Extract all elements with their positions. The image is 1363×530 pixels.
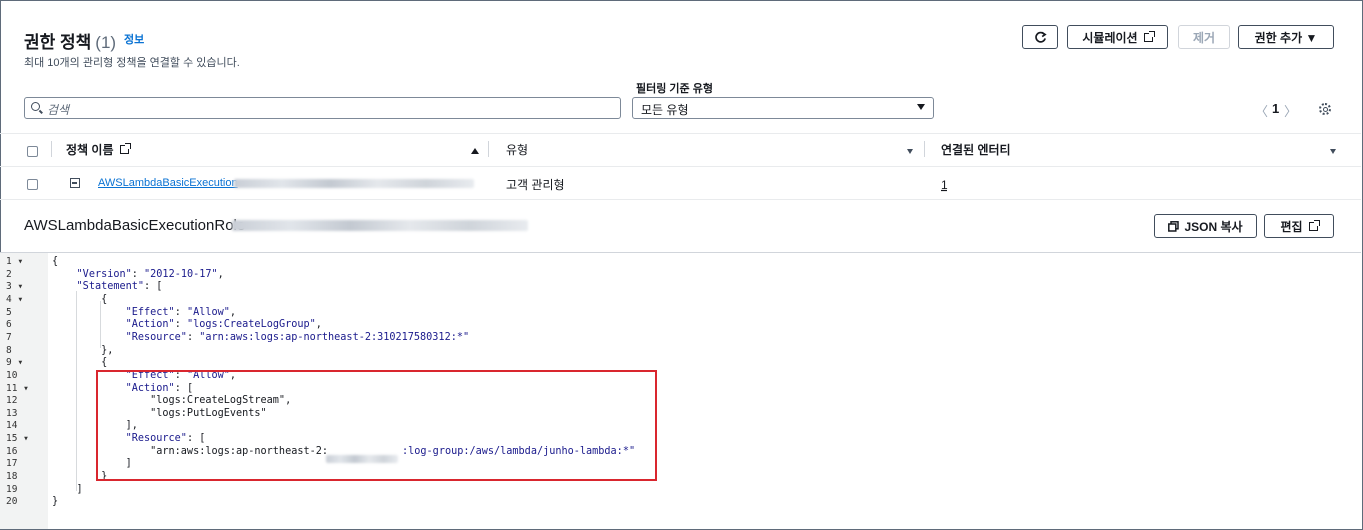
divider [0,199,1361,200]
filter-type-label: 필터링 기준 유형 [636,83,713,95]
line-number: 17 [6,458,18,470]
panel-subtitle: 최대 10개의 관리형 정책을 연결할 수 있습니다. [24,57,240,69]
line-number: 3 ▾ [6,281,24,293]
settings-gear-icon[interactable] [1319,103,1331,115]
select-all-checkbox[interactable] [27,146,38,157]
edit-button[interactable]: 편집 [1264,214,1334,238]
attached-entities-count[interactable]: 1 [941,178,948,192]
info-link[interactable]: 정보 [124,31,144,47]
line-number: 1 ▾ [6,256,24,267]
line-number: 8 [6,344,12,356]
line-number: 19 [6,483,18,495]
col-attached-entities[interactable]: 연결된 엔터티 [941,141,1011,158]
divider [0,133,1361,134]
policy-type: 고객 관리형 [506,178,565,192]
code-line: ] [52,483,83,495]
search-placeholder: 검색 [47,103,70,117]
prev-page-button[interactable]: 〈 [1255,101,1268,120]
line-number: 7 [6,331,12,343]
line-number: 15 ▾ [6,433,29,445]
row-checkbox[interactable] [27,179,38,190]
line-number: 20 [6,496,18,508]
policy-name-link[interactable]: AWSLambdaBasicExecution [98,177,238,189]
code-line: "Action": "logs:CreateLogGroup", [125,319,322,331]
line-number: 11 ▾ [6,382,29,394]
line-number: 4 ▾ [6,293,24,305]
sort-icon[interactable] [907,149,913,154]
code-line: "Resource": "arn:aws:logs:ap-northeast-2… [125,331,470,343]
column-divider [924,141,925,157]
external-link-icon [1308,219,1320,231]
refresh-icon [1034,31,1047,43]
column-divider [488,141,489,157]
line-number: 16 [6,445,18,457]
add-permissions-button[interactable]: 권한 추가 ▼ [1238,25,1334,49]
line-number: 6 [6,319,12,331]
type-filter-value: 모든 유형 [641,103,689,117]
copy-icon [1168,220,1180,232]
col-type[interactable]: 유형 [506,141,528,158]
refresh-button[interactable] [1022,25,1058,49]
line-number: 14 [6,420,18,432]
search-icon [31,102,40,111]
copy-json-button[interactable]: JSON 복사 [1154,214,1257,238]
type-filter-select[interactable]: 모든 유형 [632,97,934,119]
highlight-box [96,370,657,481]
code-line: "Statement": [ [76,281,163,293]
sort-ascending-icon[interactable] [471,148,479,154]
external-link-icon [119,143,131,154]
line-number: 5 [6,306,12,318]
line-number: 12 [6,395,18,407]
search-input[interactable]: 검색 [24,97,621,119]
panel-title: 권한 정책 (1) [24,33,117,52]
line-number: 13 [6,407,18,419]
code-line: "Effect": "Allow", [125,306,237,318]
line-number: 10 [6,369,18,381]
line-number: 2 [6,268,12,280]
code-line: { [52,256,59,267]
divider [0,166,1361,167]
indent-guide [76,291,77,491]
code-line: { [52,357,108,369]
redacted-text [232,220,528,231]
detail-policy-title: AWSLambdaBasicExecutionRole [24,217,246,234]
collapse-icon[interactable] [70,178,80,188]
redacted-text [234,179,474,188]
sort-icon[interactable] [1330,149,1336,154]
column-divider [51,141,52,157]
indent-guide [100,301,101,348]
code-line: "Version": "2012-10-17", [76,268,224,280]
caret-down-icon [917,104,925,110]
external-link-icon [1143,30,1155,42]
line-number: 9 ▾ [6,357,24,369]
line-number: 18 [6,471,18,483]
code-line: { [52,293,108,305]
simulate-button[interactable]: 시뮬레이션 [1067,25,1168,49]
code-line: }, [52,344,114,356]
redacted-account-id [326,455,398,463]
code-line: } [52,496,59,508]
col-policy-name[interactable]: 정책 이름 [66,141,131,158]
remove-button[interactable]: 제거 [1178,25,1230,49]
next-page-button[interactable]: 〉 [1284,101,1297,120]
policy-count: (1) [95,33,117,52]
page-number[interactable]: 1 [1272,101,1279,116]
